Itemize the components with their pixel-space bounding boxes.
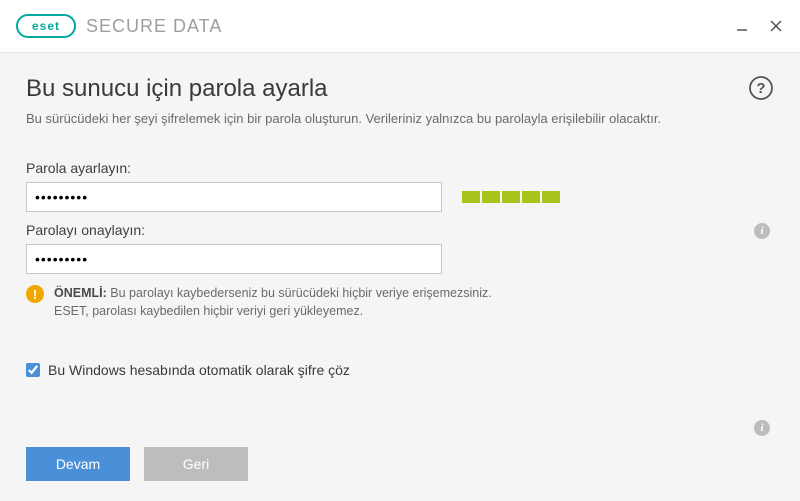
important-text: ÖNEMLİ: Bu parolayı kaybederseniz bu sür… xyxy=(54,284,492,320)
important-label: ÖNEMLİ: xyxy=(54,286,107,300)
help-icon[interactable]: ? xyxy=(748,75,774,101)
titlebar: eset SECURE DATA xyxy=(0,0,800,52)
back-button[interactable]: Geri xyxy=(144,447,248,481)
close-icon[interactable] xyxy=(768,18,784,34)
important-line2: ESET, parolası kaybedilen hiçbir veriyi … xyxy=(54,304,363,318)
svg-text:?: ? xyxy=(756,80,765,97)
strength-segment xyxy=(522,191,540,203)
header-row: Bu sunucu için parola ayarla ? xyxy=(26,75,774,111)
info-icon[interactable]: i xyxy=(754,223,770,239)
page-subtitle: Bu sürücüdeki her şeyi şifrelemek için b… xyxy=(26,111,774,126)
strength-segment xyxy=(482,191,500,203)
page-title: Bu sunucu için parola ayarla xyxy=(26,75,328,103)
password-strength-meter xyxy=(462,191,560,203)
warning-icon: ! xyxy=(26,285,44,303)
important-notice: ! ÖNEMLİ: Bu parolayı kaybederseniz bu s… xyxy=(26,284,774,320)
footer-buttons: Devam Geri xyxy=(26,447,248,481)
continue-button[interactable]: Devam xyxy=(26,447,130,481)
content-area: Bu sunucu için parola ayarla ? Bu sürücü… xyxy=(0,52,800,501)
window-controls xyxy=(734,18,784,34)
strength-segment xyxy=(462,191,480,203)
set-password-label: Parola ayarlayın: xyxy=(26,160,442,176)
confirm-password-label: Parolayı onaylayın: xyxy=(26,222,774,238)
auto-decrypt-label[interactable]: Bu Windows hesabında otomatik olarak şif… xyxy=(48,362,350,378)
eset-mark: eset xyxy=(16,14,76,38)
auto-decrypt-checkbox[interactable] xyxy=(26,363,40,377)
strength-segment xyxy=(542,191,560,203)
set-password-input[interactable] xyxy=(26,182,442,212)
product-name: SECURE DATA xyxy=(86,16,222,37)
confirm-password-input[interactable] xyxy=(26,244,442,274)
confirm-password-row: Parolayı onaylayın: xyxy=(26,222,774,274)
set-password-row: Parola ayarlayın: xyxy=(26,160,774,212)
brand-logo: eset SECURE DATA xyxy=(16,14,222,38)
strength-segment xyxy=(502,191,520,203)
minimize-icon[interactable] xyxy=(734,18,750,34)
info-icon[interactable]: i xyxy=(754,420,770,436)
auto-decrypt-row: Bu Windows hesabında otomatik olarak şif… xyxy=(26,362,774,378)
important-line1: Bu parolayı kaybederseniz bu sürücüdeki … xyxy=(110,286,491,300)
